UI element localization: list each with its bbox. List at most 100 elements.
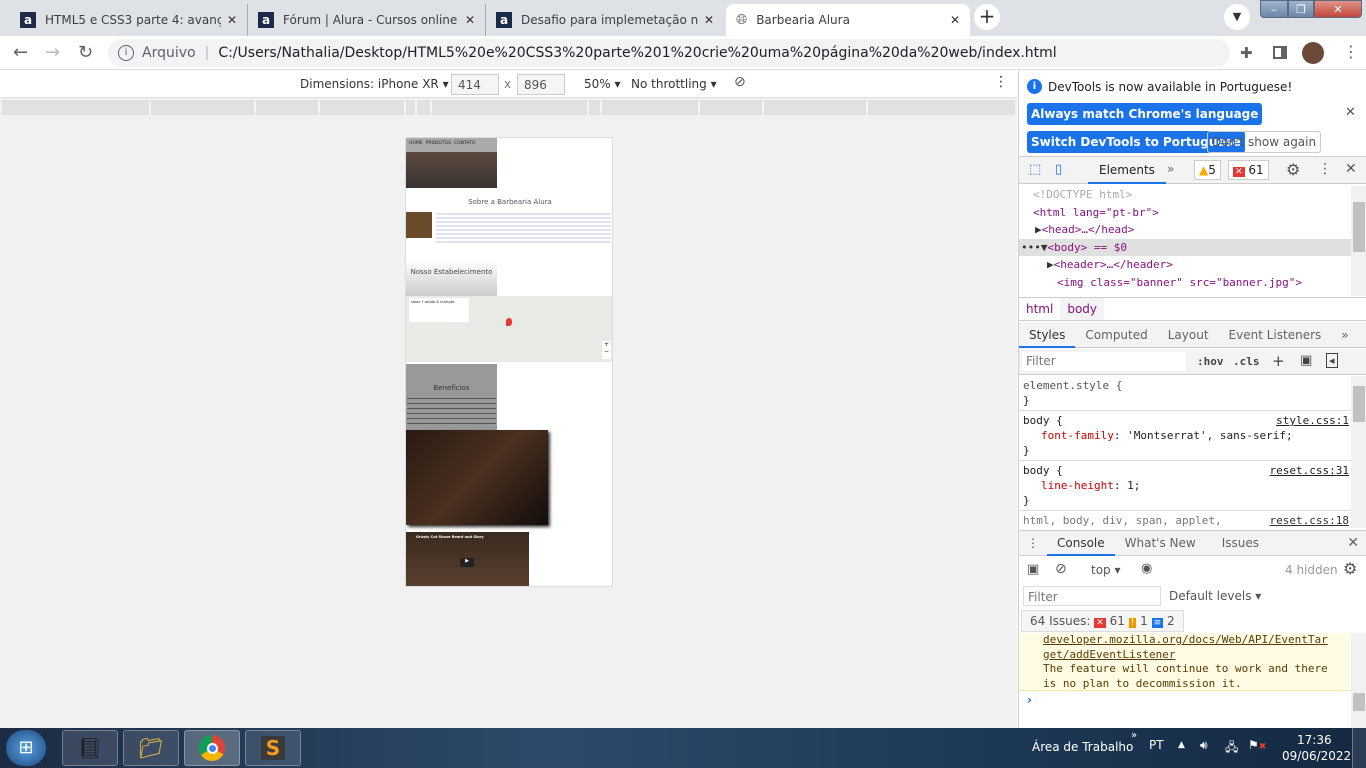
- throttling-select[interactable]: No throttling ▾: [631, 77, 717, 91]
- show-desktop-button[interactable]: [1352, 728, 1366, 768]
- media-query-ruler[interactable]: [2, 100, 1015, 115]
- console-filter-input[interactable]: Filter: [1023, 586, 1161, 606]
- menu-icon[interactable]: ⋮: [1343, 42, 1359, 61]
- clear-console-icon[interactable]: ⊘: [1055, 561, 1067, 577]
- action-center-flag-icon[interactable]: ⚑✖: [1248, 738, 1266, 752]
- css-property[interactable]: font-family: [1041, 429, 1114, 442]
- taskbar-app-notes[interactable]: 📘︎: [62, 730, 118, 766]
- mdn-link[interactable]: get/addEventListener: [1043, 648, 1351, 663]
- close-devtools-icon[interactable]: ✕: [1345, 161, 1357, 177]
- taskbar-sublime-text[interactable]: S: [245, 730, 301, 766]
- reload-icon[interactable]: ↻: [78, 42, 93, 63]
- more-tabs-icon[interactable]: »: [1331, 328, 1358, 342]
- rule-source-link[interactable]: reset.css:31: [1270, 463, 1349, 478]
- clock-time[interactable]: 17:36: [1297, 733, 1332, 747]
- side-panel-icon[interactable]: [1273, 46, 1287, 59]
- start-button[interactable]: ⊞: [6, 730, 46, 766]
- taskbar-chrome[interactable]: [184, 730, 240, 766]
- live-expression-eye-icon[interactable]: ◉: [1141, 561, 1152, 576]
- style-rule[interactable]: html, body, div, span, applet, reset.css:…: [1019, 511, 1351, 528]
- breadcrumb-body[interactable]: body: [1060, 298, 1105, 320]
- close-tab-icon[interactable]: ✕: [227, 13, 237, 27]
- language-indicator[interactable]: PT: [1149, 738, 1164, 752]
- tab-whats-new[interactable]: What's New: [1115, 536, 1206, 550]
- close-window-button[interactable]: ✕: [1314, 0, 1362, 18]
- context-select[interactable]: top ▾: [1091, 563, 1121, 577]
- tab-barbearia[interactable]: 🌐︎ Barbearia Alura ✕: [726, 4, 970, 36]
- url-text[interactable]: C:/Users/Nathalia/Desktop/HTML5%20e%20CS…: [218, 45, 1056, 61]
- rule-source-link[interactable]: reset.css:18: [1270, 513, 1349, 528]
- map-zoom-control[interactable]: + −: [602, 341, 611, 359]
- tab-desafio[interactable]: a Desafio para implemetação na ab ✕: [486, 4, 724, 36]
- device-toggle-icon[interactable]: ▯: [1055, 162, 1062, 177]
- mdn-link[interactable]: developer.mozilla.org/docs/Web/API/Event…: [1043, 633, 1351, 648]
- tab-search-chevron-icon[interactable]: ▼: [1224, 4, 1250, 30]
- paint-icon[interactable]: ▣: [1300, 353, 1312, 368]
- hov-toggle[interactable]: :hov: [1197, 355, 1224, 368]
- tab-issues[interactable]: Issues: [1206, 536, 1269, 550]
- profile-avatar[interactable]: [1302, 42, 1324, 64]
- more-options-icon[interactable]: ⋮: [994, 74, 1008, 90]
- console-prompt[interactable]: ›: [1027, 693, 1032, 707]
- taskbar-file-explorer[interactable]: 📁︎: [123, 730, 179, 766]
- nav-contato[interactable]: CONTATO: [454, 141, 475, 146]
- dom-node[interactable]: <img class="banner" src="banner.jpg">: [1019, 274, 1351, 292]
- map-embed[interactable]: salon • saúde & nutrição + −: [406, 296, 612, 362]
- css-value[interactable]: 1;: [1127, 479, 1140, 492]
- rule-source-link[interactable]: style.css:1: [1276, 413, 1349, 428]
- address-bar[interactable]: i Arquivo | C:/Users/Nathalia/Desktop/HT…: [108, 39, 1230, 67]
- style-rule[interactable]: body {style.css:1 font-family: 'Montserra…: [1019, 411, 1351, 461]
- device-page-preview[interactable]: HOME PRODUTOS CONTATO Sobre a Barbearia Al…: [405, 137, 613, 587]
- errors-badge[interactable]: ✕ 61: [1228, 160, 1269, 180]
- settings-gear-icon[interactable]: ⚙: [1286, 160, 1300, 179]
- cls-toggle[interactable]: .cls: [1233, 355, 1260, 368]
- desktop-toolbar-label[interactable]: Área de Trabalho: [1032, 740, 1133, 754]
- height-input[interactable]: 896: [517, 74, 565, 95]
- toggle-sidebar-icon[interactable]: ◂: [1326, 353, 1338, 368]
- styles-scrollbar[interactable]: [1351, 376, 1366, 528]
- tab-styles[interactable]: Styles: [1019, 328, 1076, 348]
- warnings-badge[interactable]: ▲5: [1194, 160, 1221, 180]
- width-input[interactable]: 414: [451, 74, 499, 95]
- rotate-icon[interactable]: ⊘: [734, 74, 746, 90]
- volume-icon[interactable]: 🔊︎: [1200, 738, 1208, 753]
- back-icon[interactable]: ←: [13, 42, 28, 63]
- style-rule[interactable]: element.style {}: [1019, 376, 1351, 411]
- play-icon[interactable]: ▶: [460, 558, 474, 567]
- tab-computed[interactable]: Computed: [1075, 328, 1157, 342]
- chevron-right-icon[interactable]: »: [1131, 730, 1137, 741]
- dom-scrollbar[interactable]: [1351, 186, 1366, 296]
- style-rule[interactable]: body {reset.css:31 line-height: 1;}: [1019, 461, 1351, 511]
- device-select[interactable]: Dimensions: iPhone XR ▾: [300, 77, 449, 91]
- log-levels-select[interactable]: Default levels ▾: [1169, 589, 1261, 603]
- always-match-language-button[interactable]: Always match Chrome's language: [1027, 103, 1263, 125]
- dom-node[interactable]: ▶<header>…</header>: [1019, 256, 1351, 274]
- close-tab-icon[interactable]: ✕: [465, 13, 475, 27]
- zoom-select[interactable]: 50% ▾: [584, 77, 621, 91]
- devtools-menu-icon[interactable]: ⋮: [1318, 161, 1332, 177]
- minimize-button[interactable]: –: [1260, 0, 1288, 18]
- maximize-button[interactable]: ❐: [1288, 0, 1314, 18]
- network-icon[interactable]: 🖧: [1225, 738, 1238, 759]
- console-scrollbar[interactable]: [1351, 633, 1366, 728]
- drawer-menu-icon[interactable]: ⋮: [1019, 536, 1047, 550]
- more-tabs-icon[interactable]: »: [1167, 162, 1174, 176]
- tab-forum[interactable]: a Fórum | Alura - Cursos online de ✕: [248, 4, 486, 36]
- tab-elements[interactable]: Elements: [1088, 157, 1166, 184]
- tab-event-listeners[interactable]: Event Listeners: [1219, 328, 1332, 342]
- dom-node[interactable]: <html lang="pt-br">: [1019, 204, 1351, 222]
- tab-layout[interactable]: Layout: [1158, 328, 1219, 342]
- issues-counter[interactable]: 64 Issues: ✕ 61 ! 1 ≡ 2: [1021, 610, 1184, 632]
- new-rule-icon[interactable]: +: [1272, 352, 1285, 370]
- console-settings-gear-icon[interactable]: ⚙: [1343, 559, 1357, 578]
- show-hidden-icons[interactable]: ▲: [1178, 740, 1185, 750]
- dont-show-again-button[interactable]: Don't show again: [1207, 131, 1322, 153]
- info-icon[interactable]: i: [118, 45, 134, 61]
- close-banner-icon[interactable]: ✕: [1345, 105, 1356, 120]
- dom-node[interactable]: ▶<head>…</head>: [1019, 221, 1351, 239]
- inspect-element-icon[interactable]: ⬚: [1029, 162, 1041, 177]
- clock-date[interactable]: 09/06/2022: [1282, 749, 1351, 763]
- close-tab-icon[interactable]: ✕: [704, 13, 714, 27]
- new-tab-button[interactable]: +: [974, 4, 1000, 30]
- tab-console[interactable]: Console: [1047, 536, 1115, 556]
